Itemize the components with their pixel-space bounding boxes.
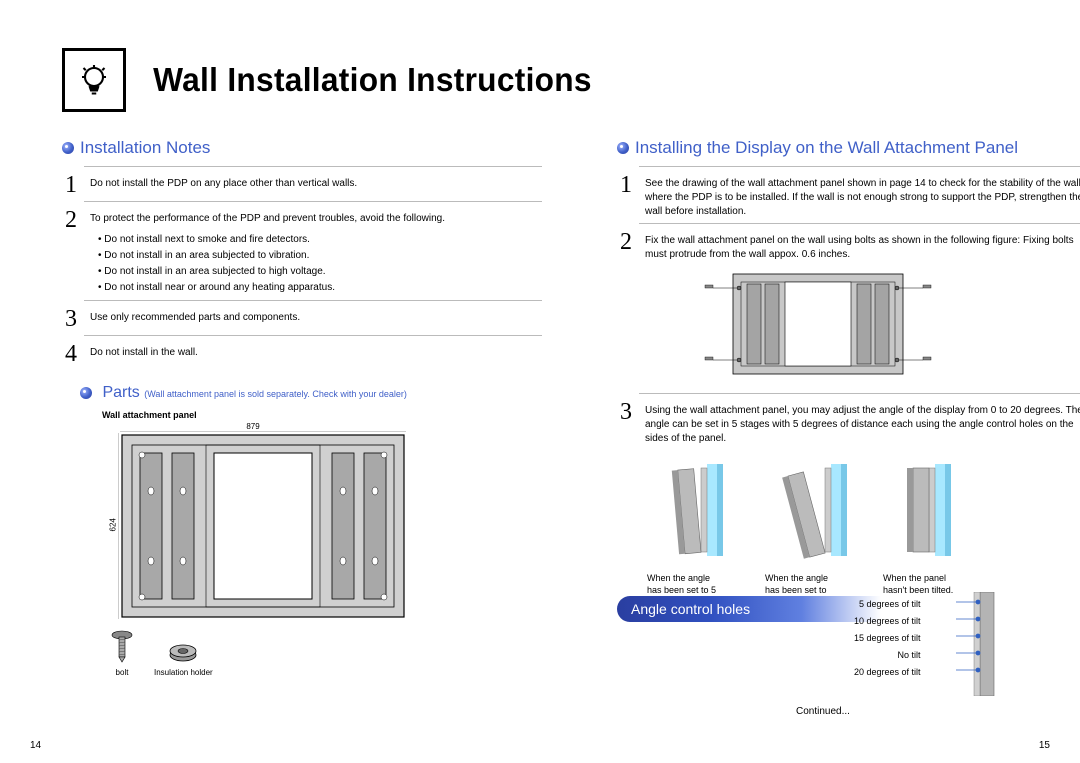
page-number-left: 14 [30,740,41,751]
side-bracket-diagram [956,592,996,701]
divider [639,166,1080,167]
divider [84,335,542,336]
divider [639,393,1080,394]
bolt-figure: bolt [108,629,136,677]
divider [84,201,542,202]
note-1: 1 Do not install the PDP on any place ot… [62,173,542,197]
hardware-row: bolt Insulation holder [108,629,542,677]
section-title: Installing the Display on the Wall Attac… [635,138,1018,158]
step-1: 1 See the drawing of the wall attachment… [617,173,1080,219]
step-3: 3 Using the wall attachment panel, you m… [617,400,1080,446]
bolt-icon [108,629,136,663]
note-2-bullets: • Do not install next to smoke and fire … [90,232,542,296]
bullet-dot-icon [62,142,74,154]
wall-panel-svg [118,431,408,621]
mount-diagram [703,268,1080,385]
tilt-diagrams: When the anglehas been set to 5degrees. … [647,456,1080,608]
angle-legend: 5 degrees of tilt 10 degrees of tilt 15 … [854,596,921,681]
note-2: 2 To protect the performance of the PDP … [62,208,542,296]
left-column: Installation Notes 1 Do not install the … [62,138,542,677]
panel-diagram-label: Wall attachment panel [102,410,542,420]
note-4: 4 Do not install in the wall. [62,342,542,366]
continued-label: Continued... [796,706,850,717]
page-title: Wall Installation Instructions [153,61,592,99]
section-head-installing: Installing the Display on the Wall Attac… [617,138,1080,158]
section-title: Installation Notes [80,138,210,158]
divider [639,223,1080,224]
angle-control-label: Angle control holes [617,596,881,622]
right-column: Installing the Display on the Wall Attac… [617,138,1080,608]
bullet-dot-icon [617,142,629,154]
divider [84,300,542,301]
page-title-row: Wall Installation Instructions [62,48,601,112]
page-number-right: 15 [1039,740,1050,751]
section-head-parts: Parts (Wall attachment panel is sold sep… [80,384,542,402]
tilt-0deg: When the panelhasn't been tilted. [883,456,979,608]
tilt-15deg: When the anglehas been set to15 degrees. [765,456,861,608]
panel-diagram: 879 624 [108,422,542,677]
bullet-dot-icon [80,387,92,399]
step-2: 2 Fix the wall attachment panel on the w… [617,230,1080,262]
insulation-holder-icon [168,639,198,663]
note-3: 3 Use only recommended parts and compone… [62,307,542,331]
divider [84,166,542,167]
tilt-5deg: When the anglehas been set to 5degrees. [647,456,743,608]
section-head-installation-notes: Installation Notes [62,138,542,158]
insulation-holder-figure: Insulation holder [154,639,213,677]
lightbulb-icon [62,48,126,112]
